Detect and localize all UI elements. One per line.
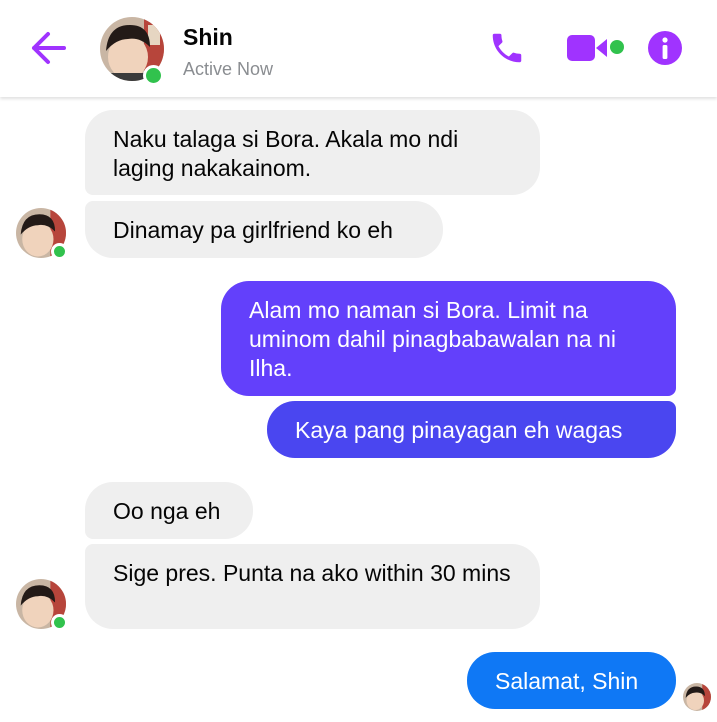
info-button[interactable] xyxy=(647,30,683,66)
back-arrow-icon xyxy=(32,32,66,64)
read-receipt-avatar xyxy=(683,683,711,711)
message-bubble-incoming[interactable]: Oo nga eh xyxy=(85,482,253,539)
active-status: Active Now xyxy=(183,59,274,79)
call-button[interactable] xyxy=(488,29,526,67)
message-bubble-incoming[interactable]: Naku talaga si Bora. Akala mo ndi laging… xyxy=(85,110,540,195)
chat-header: Shin Active Now xyxy=(0,0,717,97)
message-bubble-outgoing[interactable]: Alam mo naman si Bora. Limit na uminom d… xyxy=(221,281,676,396)
back-button[interactable] xyxy=(28,30,68,66)
contact-name[interactable]: Shin xyxy=(183,24,233,51)
message-bubble-outgoing[interactable]: Salamat, Shin xyxy=(467,652,676,709)
message-bubble-outgoing[interactable]: Kaya pang pinayagan eh wagas xyxy=(267,401,676,458)
video-call-button[interactable] xyxy=(567,33,613,63)
phone-icon xyxy=(492,33,522,63)
message-bubble-incoming[interactable]: Dinamay pa girlfriend ko eh xyxy=(85,201,443,258)
online-status-dot xyxy=(51,243,68,260)
online-status-dot xyxy=(143,65,164,86)
online-status-dot xyxy=(51,614,68,631)
video-camera-icon xyxy=(567,35,607,61)
info-icon xyxy=(648,31,682,65)
video-online-dot xyxy=(610,40,624,54)
message-bubble-incoming[interactable]: Sige pres. Punta na ako within 30 mins xyxy=(85,544,540,629)
